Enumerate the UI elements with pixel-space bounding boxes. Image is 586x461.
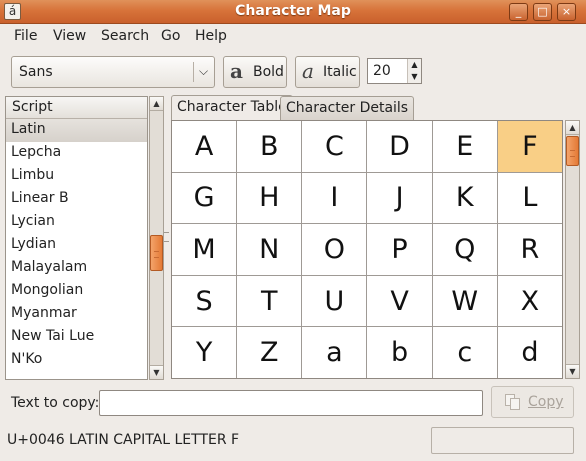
character-cell[interactable]: O (302, 224, 367, 275)
character-cell-selected[interactable]: F (497, 121, 562, 172)
copy-icon (505, 394, 521, 411)
script-item-new-tai-lue[interactable]: New Tai Lue (6, 326, 147, 349)
character-cell[interactable]: K (432, 172, 497, 224)
italic-icon: a (302, 59, 314, 83)
minimize-button[interactable]: _ (509, 3, 528, 21)
character-cell[interactable]: T (237, 275, 302, 327)
window-title: Character Map (235, 3, 351, 19)
character-cell[interactable]: Q (432, 224, 497, 275)
menu-bar: File View Search Go Help (0, 24, 586, 48)
tab-character-details[interactable]: Character Details (280, 96, 415, 121)
character-cell[interactable]: B (237, 121, 302, 172)
character-cell[interactable]: N (237, 224, 302, 275)
tab-character-table[interactable]: Character Table (171, 95, 293, 121)
character-cell[interactable]: J (367, 172, 432, 224)
script-item-lycian[interactable]: Lycian (6, 211, 147, 234)
status-bar: U+0046 LATIN CAPITAL LETTER F (0, 426, 586, 461)
scrollbar-thumb[interactable] (150, 235, 163, 271)
tab-character-details-label: Character Details (286, 100, 409, 116)
chevron-down-icon: ⌵ (199, 64, 209, 78)
character-cell[interactable]: G (172, 172, 237, 224)
character-cell[interactable]: V (367, 275, 432, 327)
status-text: U+0046 LATIN CAPITAL LETTER F (7, 432, 240, 448)
character-cell[interactable]: P (367, 224, 432, 275)
script-item-lepcha[interactable]: Lepcha (6, 142, 147, 165)
script-list: Script Latin Lepcha Limbu Linear B Lycia… (5, 96, 148, 380)
character-cell[interactable]: W (432, 275, 497, 327)
maximize-button[interactable]: □ (533, 3, 552, 21)
font-size-value: 20 (373, 63, 391, 79)
script-item-limbu[interactable]: Limbu (6, 165, 147, 188)
scroll-up-icon[interactable]: ▲ (150, 97, 163, 111)
font-family-select[interactable]: Sans ⌵ (11, 56, 215, 88)
spinner-arrows[interactable]: ▲ ▼ (407, 59, 421, 83)
character-cell[interactable]: a (302, 327, 367, 378)
close-button[interactable]: × (557, 3, 576, 21)
character-table: A B C D E F G H I J K L M N O P Q R S T … (171, 120, 563, 379)
pane-splitter-grip[interactable] (164, 232, 169, 242)
character-cell[interactable]: Z (237, 327, 302, 378)
character-table-scrollbar[interactable]: ▲ ▼ (565, 120, 580, 379)
text-to-copy-label: Text to copy: (11, 395, 100, 411)
italic-toggle-button[interactable]: a Italic (295, 56, 360, 88)
character-cell[interactable]: R (497, 224, 562, 275)
character-cell[interactable]: c (432, 327, 497, 378)
scroll-up-icon[interactable]: ▲ (566, 121, 579, 135)
script-item-nko[interactable]: N'Ko (6, 349, 147, 372)
character-cell[interactable]: D (367, 121, 432, 172)
character-grid: A B C D E F G H I J K L M N O P Q R S T … (172, 121, 562, 378)
italic-label: Italic (323, 64, 357, 80)
font-family-value: Sans (19, 64, 53, 80)
menu-help[interactable]: Help (195, 28, 227, 44)
character-cell[interactable]: H (237, 172, 302, 224)
character-cell[interactable]: C (302, 121, 367, 172)
character-cell[interactable]: L (497, 172, 562, 224)
bold-toggle-button[interactable]: a Bold (223, 56, 287, 88)
copy-button[interactable]: Copy (491, 386, 574, 418)
script-item-linear-b[interactable]: Linear B (6, 188, 147, 211)
script-item-lydian[interactable]: Lydian (6, 234, 147, 257)
character-cell[interactable]: M (172, 224, 237, 275)
status-field (431, 427, 574, 454)
character-cell[interactable]: S (172, 275, 237, 327)
menu-search[interactable]: Search (101, 28, 149, 44)
chevron-up-icon[interactable]: ▲ (408, 59, 421, 71)
character-cell[interactable]: I (302, 172, 367, 224)
character-cell[interactable]: A (172, 121, 237, 172)
script-column-header[interactable]: Script (6, 97, 147, 119)
character-cell[interactable]: X (497, 275, 562, 327)
scroll-down-icon[interactable]: ▼ (566, 364, 579, 378)
menu-view[interactable]: View (53, 28, 86, 44)
character-cell[interactable]: Y (172, 327, 237, 378)
scrollbar-thumb[interactable] (566, 136, 579, 166)
script-list-scrollbar[interactable]: ▲ ▼ (149, 96, 164, 380)
character-map-window: á Character Map _ □ × File View Search G… (0, 0, 586, 461)
tab-character-table-label: Character Table (177, 99, 287, 115)
scroll-down-icon[interactable]: ▼ (150, 365, 163, 379)
character-cell[interactable]: b (367, 327, 432, 378)
script-item-malayalam[interactable]: Malayalam (6, 257, 147, 280)
font-size-spinner[interactable]: 20 ▲ ▼ (367, 58, 422, 84)
character-cell[interactable]: U (302, 275, 367, 327)
bold-icon: a (230, 59, 243, 83)
script-item-myanmar[interactable]: Myanmar (6, 303, 147, 326)
character-cell[interactable]: E (432, 121, 497, 172)
menu-file[interactable]: File (14, 28, 37, 44)
copy-button-label: Copy (528, 394, 564, 410)
chevron-down-icon[interactable]: ▼ (408, 71, 421, 83)
menu-go[interactable]: Go (161, 28, 180, 44)
combo-separator (193, 62, 194, 82)
script-item-mongolian[interactable]: Mongolian (6, 280, 147, 303)
title-bar[interactable]: á Character Map _ □ × (0, 0, 586, 24)
bold-label: Bold (253, 64, 284, 80)
script-item-latin[interactable]: Latin (6, 119, 147, 142)
character-cell[interactable]: d (497, 327, 562, 378)
text-to-copy-input[interactable] (99, 390, 483, 416)
